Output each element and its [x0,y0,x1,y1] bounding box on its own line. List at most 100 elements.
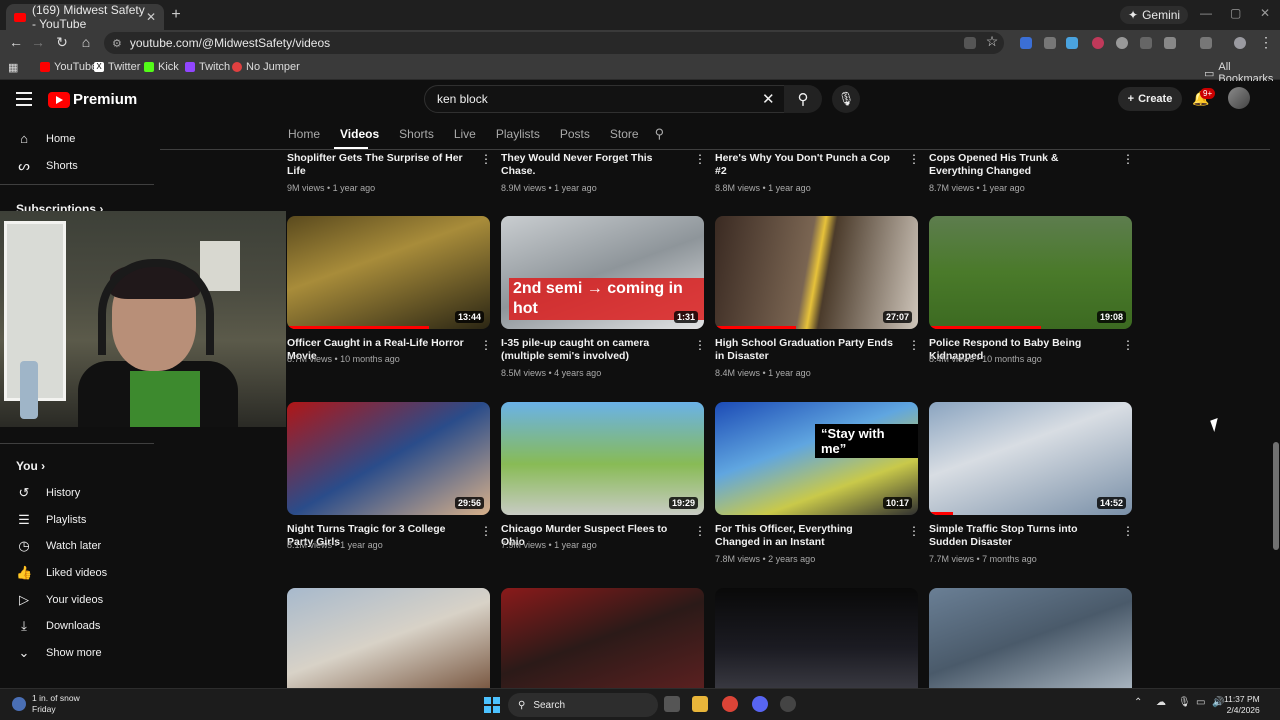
video-card[interactable]: 14:52 Simple Traffic Stop Turns into Sudd… [929,402,1134,564]
video-card[interactable] [287,588,490,688]
more-options-icon[interactable]: ⋮ [694,338,706,352]
video-card[interactable]: 19:08 Police Respond to Baby Being Kidnap… [929,216,1134,364]
search-input[interactable] [435,91,755,107]
video-title[interactable]: Simple Traffic Stop Turns into Sudden Di… [929,523,1109,549]
site-info-icon[interactable]: ⚙ [112,37,122,50]
tab-live[interactable]: Live [454,122,476,146]
more-options-icon[interactable]: ⋮ [1122,338,1134,352]
file-explorer-icon[interactable] [692,696,708,712]
bookmark-youtube[interactable]: YouTube [40,61,97,73]
microphone-icon[interactable]: 🎙 [1178,697,1191,708]
voice-search-button[interactable]: 🎙 [832,85,860,113]
create-button[interactable]: + Create [1118,87,1182,111]
more-options-icon[interactable]: ⋮ [1122,524,1134,538]
tab-home[interactable]: Home [288,122,320,146]
tab-posts[interactable]: Posts [560,122,590,146]
home-icon[interactable]: ⌂ [78,34,94,50]
address-bar[interactable]: ⚙ youtube.com/@MidwestSafety/videos [104,32,1004,54]
extensions-puzzle-icon[interactable] [1164,37,1176,49]
reload-icon[interactable]: ↻ [54,34,70,51]
windows-start-icon[interactable] [484,697,500,713]
install-app-icon[interactable] [964,37,976,49]
video-thumbnail[interactable]: 13:44 [287,216,490,329]
tab-close-icon[interactable]: ✕ [146,10,156,24]
youtube-premium-logo[interactable]: Premium [48,91,137,108]
tab-store[interactable]: Store [610,122,639,146]
sidebar-item-history[interactable]: ↺ History [16,485,81,501]
sidebar-item-watch-later[interactable]: ◷ Watch later [16,538,101,554]
video-thumbnail[interactable]: “Stay with me” 10:17 [715,402,918,515]
volume-icon[interactable]: 🔊 [1212,697,1224,708]
video-thumbnail[interactable] [715,588,918,688]
tray-app-icon[interactable]: ☁ [1156,697,1166,708]
scrollbar-thumb[interactable] [1273,442,1279,550]
extension-icon[interactable] [1116,37,1128,49]
back-icon[interactable]: ← [8,34,24,50]
video-title[interactable]: Shoplifter Gets The Surprise of Her Life [287,152,467,178]
video-card[interactable]: “Stay with me” 10:17 For This Officer, Eve… [715,402,920,564]
search-button[interactable]: ⚲ [784,85,822,113]
extension-icon[interactable] [1020,37,1032,49]
video-card[interactable]: 27:07 High School Graduation Party Ends i… [715,216,920,378]
search-box[interactable] [424,85,788,113]
bookmark-no-jumper[interactable]: No Jumper [232,61,300,73]
more-options-icon[interactable]: ⋮ [908,152,920,166]
forward-icon[interactable]: → [30,34,46,50]
more-options-icon[interactable]: ⋮ [908,524,920,538]
browser-tab[interactable]: (169) Midwest Safety - YouTube ✕ [6,3,164,31]
tab-shorts[interactable]: Shorts [399,122,434,146]
bookmark-kick[interactable]: Kick [144,61,179,73]
sidebar-item-home[interactable]: ⌂ Home [16,131,75,146]
sidebar-item-liked-videos[interactable]: 👍 Liked videos [16,565,107,581]
sidebar-item-shorts[interactable]: ᔕ Shorts [16,158,78,174]
video-card[interactable]: 2nd semi → coming in hot 1:31 I-35 pile-up… [501,216,706,378]
extension-icon[interactable] [1044,37,1056,49]
more-options-icon[interactable]: ⋮ [908,338,920,352]
video-thumbnail[interactable]: 14:52 [929,402,1132,515]
sidebar-item-show-more[interactable]: ⌄ Show more [16,645,102,661]
bookmark-star-icon[interactable]: ☆ [984,33,1000,50]
video-thumbnail[interactable] [501,588,704,688]
video-card[interactable]: 13:44 Officer Caught in a Real-Life Horro… [287,216,492,364]
display-icon[interactable]: ▭ [1196,697,1205,708]
extension-icon[interactable] [1066,37,1078,49]
tab-playlists[interactable]: Playlists [496,122,540,146]
page-scrollbar[interactable] [1272,120,1280,690]
weather-widget[interactable]: 1 in. of snow Friday [12,693,80,715]
video-card[interactable]: 19:29 Chicago Murder Suspect Flees to Ohi… [501,402,706,550]
more-options-icon[interactable]: ⋮ [1122,152,1134,166]
sidebar-item-downloads[interactable]: ⤓ Downloads [16,618,100,634]
extension-icon[interactable] [1092,37,1104,49]
video-title[interactable]: They Would Never Forget This Chase. [501,152,681,178]
tab-videos[interactable]: Videos [340,122,379,146]
new-tab-button[interactable]: + [168,6,184,24]
side-panel-icon[interactable] [1200,37,1212,49]
more-options-icon[interactable]: ⋮ [480,338,492,352]
bookmark-twitch[interactable]: Twitch [185,61,230,73]
menu-icon[interactable] [16,92,32,106]
close-window-button[interactable]: ✕ [1260,6,1270,20]
gemini-button[interactable]: ✦ Gemini [1120,6,1189,24]
more-options-icon[interactable]: ⋮ [480,152,492,166]
you-heading[interactable]: You › [16,459,45,473]
video-title[interactable]: Cops Opened His Trunk & Everything Chang… [929,152,1109,178]
chrome-icon[interactable] [722,696,738,712]
video-card[interactable]: 29:56 Night Turns Tragic for 3 College Pa… [287,402,492,550]
video-thumbnail[interactable]: 19:08 [929,216,1132,329]
tray-overflow-icon[interactable]: ⌃ [1134,697,1142,708]
sidebar-item-your-videos[interactable]: ▷ Your videos [16,592,103,608]
extension-icon[interactable] [1140,37,1152,49]
video-thumbnail[interactable]: 29:56 [287,402,490,515]
clear-search-icon[interactable]: ✕ [762,90,775,108]
more-options-icon[interactable]: ⋮ [480,524,492,538]
video-thumbnail[interactable]: 27:07 [715,216,918,329]
apps-grid-icon[interactable]: ▦ [8,61,18,74]
account-avatar[interactable] [1228,87,1250,109]
video-thumbnail[interactable] [929,588,1132,688]
app-icon[interactable] [780,696,796,712]
video-title[interactable]: For This Officer, Everything Changed in … [715,523,895,549]
more-options-icon[interactable]: ⋮ [694,152,706,166]
video-card[interactable] [501,588,704,688]
channel-search-icon[interactable]: ⚲ [655,122,665,146]
bookmark-twitter[interactable]: X Twitter [94,61,140,73]
